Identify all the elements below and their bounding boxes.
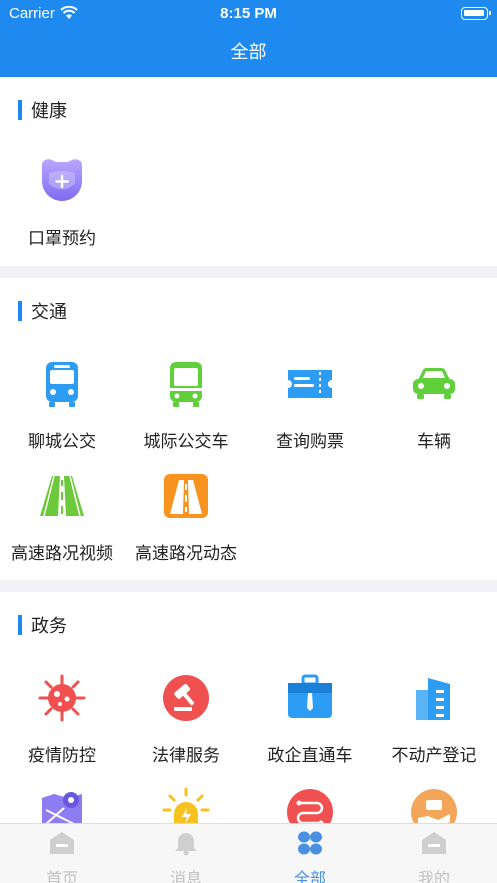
service-legal[interactable]: 法律服务 xyxy=(124,672,248,766)
tab-bar: 首页 消息 全部 我的 xyxy=(0,823,497,883)
battery-icon xyxy=(461,7,491,20)
service-label: 城际公交车 xyxy=(143,432,229,451)
service-label: 车辆 xyxy=(417,432,451,451)
building-icon xyxy=(416,678,450,720)
highway-video-icon xyxy=(40,475,84,517)
tab-all[interactable]: 全部 xyxy=(248,830,372,883)
service-gov-business[interactable]: 政企直通车 xyxy=(248,672,372,766)
tab-messages[interactable]: 消息 xyxy=(124,830,248,883)
app-frame: Carrier 8:15 PM 全部 健康 口罩预约 交通 聊城公交 城际公交车… xyxy=(0,0,497,883)
service-highway-video[interactable]: 高速路况视频 xyxy=(0,470,124,564)
tab-label: 消息 xyxy=(169,871,202,883)
tab-profile[interactable]: 我的 xyxy=(372,830,496,883)
service-route[interactable] xyxy=(248,786,372,823)
service-map[interactable] xyxy=(0,786,124,823)
service-hand[interactable] xyxy=(372,786,496,823)
tab-label: 全部 xyxy=(293,871,326,883)
section-title: 交通 xyxy=(18,300,67,322)
main-content: 健康 口罩预约 交通 聊城公交 城际公交车 查询购票 车辆 高速路况视频 高速路… xyxy=(0,77,497,823)
service-highway-status[interactable]: 高速路况动态 xyxy=(124,470,248,564)
section-health: 健康 口罩预约 xyxy=(0,77,497,266)
briefcase-icon xyxy=(288,674,332,718)
highway-status-icon xyxy=(164,474,208,518)
service-label: 法律服务 xyxy=(152,746,220,765)
intercity-bus-icon xyxy=(170,362,202,407)
service-label: 高速路况视频 xyxy=(11,544,113,563)
service-label: 高速路况动态 xyxy=(135,544,237,563)
tab-label: 首页 xyxy=(45,871,78,883)
car-icon xyxy=(413,368,455,399)
service-vehicle[interactable]: 车辆 xyxy=(372,358,496,452)
service-mask-booking[interactable]: 口罩预约 xyxy=(0,155,124,249)
hand-service-icon xyxy=(411,789,457,823)
profile-icon xyxy=(422,832,446,854)
alarm-light-icon xyxy=(162,787,210,823)
service-liaocheng-bus[interactable]: 聊城公交 xyxy=(0,358,124,452)
status-time: 8:15 PM xyxy=(220,5,277,22)
service-alarm[interactable] xyxy=(124,786,248,823)
virus-icon xyxy=(38,674,86,722)
service-label: 查询购票 xyxy=(276,432,344,451)
route-icon xyxy=(287,789,333,823)
service-label: 政企直通车 xyxy=(267,746,353,765)
mask-icon xyxy=(42,159,82,201)
bell-icon xyxy=(175,833,197,856)
section-title: 健康 xyxy=(18,99,67,121)
home-icon xyxy=(50,832,74,854)
gavel-icon xyxy=(163,675,209,721)
map-icon xyxy=(42,792,82,823)
service-label: 口罩预约 xyxy=(28,229,96,248)
page-title: 全部 xyxy=(230,42,267,62)
service-intercity-bus[interactable]: 城际公交车 xyxy=(124,358,248,452)
ticket-icon xyxy=(288,370,332,398)
service-epidemic-control[interactable]: 疫情防控 xyxy=(0,672,124,766)
section-transport: 交通 聊城公交 城际公交车 查询购票 车辆 高速路况视频 高速路况动态 xyxy=(0,278,497,580)
service-real-estate[interactable]: 不动产登记 xyxy=(372,672,496,766)
section-title: 政务 xyxy=(18,614,67,636)
tab-home[interactable]: 首页 xyxy=(0,830,124,883)
service-ticket-query[interactable]: 查询购票 xyxy=(248,358,372,452)
section-government: 政务 疫情防控 法律服务 政企直通车 不动产登记 xyxy=(0,592,497,823)
top-bar: Carrier 8:15 PM 全部 xyxy=(0,0,497,77)
bus-icon xyxy=(46,362,78,407)
tab-label: 我的 xyxy=(417,871,450,883)
service-label: 疫情防控 xyxy=(28,746,96,765)
service-label: 不动产登记 xyxy=(391,746,477,765)
status-bar: Carrier 8:15 PM xyxy=(0,4,497,24)
grid-icon xyxy=(298,831,322,855)
service-label: 聊城公交 xyxy=(28,432,96,451)
